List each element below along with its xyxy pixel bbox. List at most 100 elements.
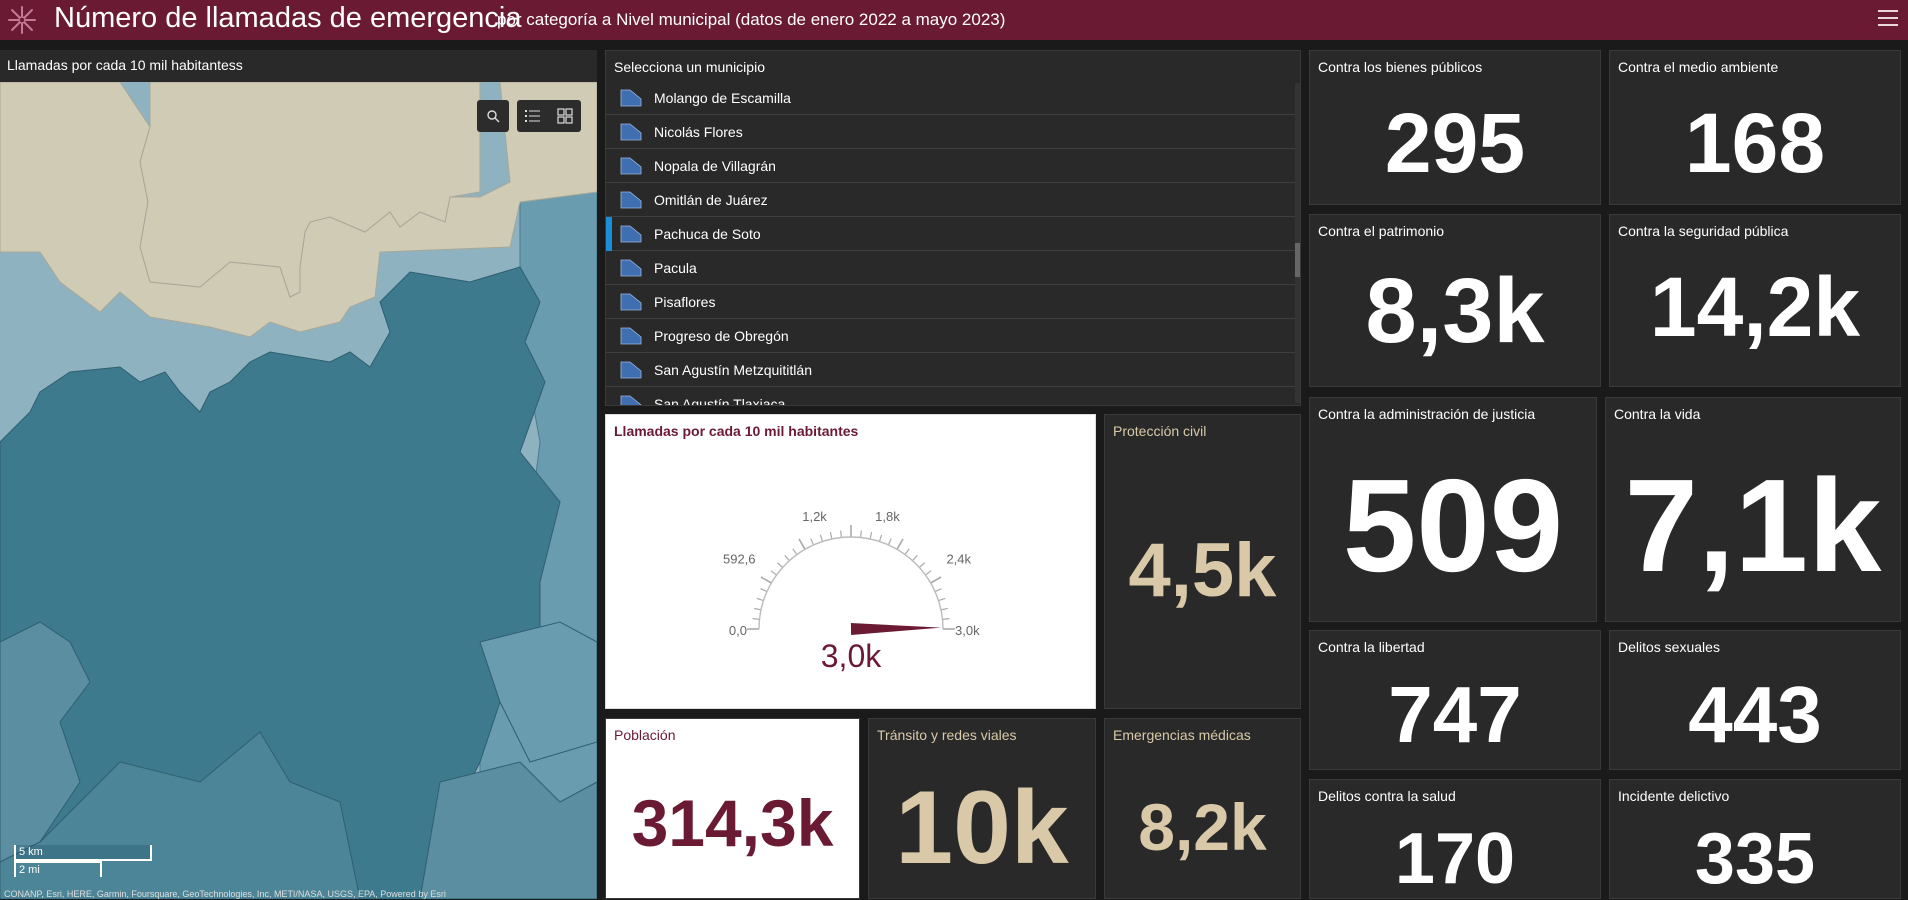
indicator-value: 314,3k (631, 786, 834, 860)
gauge-tick-label: 2,4k (946, 552, 971, 567)
indicator-value: 8,2k (1138, 790, 1267, 864)
indicator-title: Emergencias médicas (1113, 727, 1251, 743)
gauge-arc (758, 536, 944, 630)
list-item[interactable]: Pachuca de Soto (606, 217, 1296, 251)
gauge-value: 3,0k (821, 638, 882, 674)
list-item[interactable]: Pacula (606, 251, 1296, 285)
gauge-minor-tick (756, 597, 764, 602)
indicator-incidente: Incidente delictivo 335 (1609, 779, 1901, 899)
list-item[interactable]: San Agustín Tlaxiaca (606, 387, 1296, 405)
gauge-panel: Llamadas por cada 10 mil habitantes 0,0 5… (605, 414, 1096, 709)
legend-icon[interactable] (517, 100, 549, 132)
indicator-poblacion: Población 314,3k (605, 718, 860, 899)
list-item-label: San Agustín Tlaxiaca (654, 395, 786, 406)
basemap-icon[interactable] (549, 100, 581, 132)
list-title: Selecciona un municipio (614, 59, 765, 75)
indicator-title: Delitos contra la salud (1318, 788, 1456, 804)
gauge-major-tick (798, 538, 806, 550)
gauge-minor-tick (752, 618, 760, 620)
gauge-chart: 0,0 592,6 1,2k 1,8k 2,4k 3,0k 3,0k (723, 509, 980, 674)
list-scrollbar[interactable] (1295, 83, 1300, 403)
indicator-value: 7,1k (1624, 452, 1882, 599)
indicator-emergencias-medicas: Emergencias médicas 8,2k (1104, 718, 1301, 899)
indicator-value: 10k (895, 770, 1069, 886)
indicator-value: 335 (1694, 819, 1816, 899)
app-header: Número de llamadas de emergencia por cat… (0, 0, 1908, 40)
indicator-title: Contra los bienes públicos (1318, 59, 1483, 75)
dashboard-title: Número de llamadas de emergencia (54, 2, 522, 34)
dashboard-subtitle: por categoría a Nivel municipal (datos d… (497, 10, 1006, 29)
hamburger-menu-icon[interactable] (1878, 10, 1898, 28)
scale-bar: 5 km 2 mi (14, 845, 152, 877)
indicator-proteccion-civil: Protección civil 4,5k (1104, 414, 1301, 709)
indicator-title: Contra la administración de justicia (1318, 406, 1536, 422)
indicator-value: 4,5k (1128, 528, 1277, 613)
indicator-value: 168 (1684, 96, 1826, 190)
gauge-title: Llamadas por cada 10 mil habitantes (614, 423, 859, 439)
indicator-title: Contra la vida (1614, 406, 1701, 422)
polygon-symbol-icon (620, 123, 642, 140)
gauge-needle (850, 623, 941, 635)
indicator-title: Incidente delictivo (1618, 788, 1730, 804)
list-item-label: Molango de Escamilla (654, 89, 791, 106)
map-tools-group (517, 100, 581, 132)
polygon-symbol-icon (620, 157, 642, 174)
indicator-salud: Delitos contra la salud 170 (1309, 779, 1601, 899)
gauge-minor-tick (904, 548, 910, 555)
polygon-symbol-icon (620, 191, 642, 208)
indicator-value: 170 (1394, 819, 1516, 899)
list-item[interactable]: Progreso de Obregón (606, 319, 1296, 353)
indicator-medio-ambiente: Contra el medio ambiente 168 (1609, 50, 1901, 205)
choropleth-map[interactable] (0, 82, 597, 899)
search-icon[interactable] (477, 100, 509, 132)
indicator-seguridad-publica: Contra la seguridad pública 14,2k (1609, 214, 1901, 387)
gauge-minor-tick (784, 555, 790, 562)
gauge-minor-tick (777, 562, 784, 568)
indicator-bienes-publicos: Contra los bienes públicos 295 (1309, 50, 1601, 205)
list-item[interactable]: Omitlán de Juárez (606, 183, 1296, 217)
indicator-value: 443 (1688, 670, 1822, 759)
scale-mi-label: 2 mi (14, 861, 102, 877)
map-canvas[interactable]: 5 km 2 mi (0, 82, 597, 899)
indicator-title: Contra el medio ambiente (1618, 59, 1779, 75)
gauge-minor-tick (829, 532, 833, 540)
polygon-symbol-icon (620, 361, 642, 378)
gauge-minor-tick (938, 597, 946, 602)
indicator-admin-justicia: Contra la administración de justicia 509 (1309, 397, 1597, 622)
indicator-title: Contra la libertad (1318, 639, 1425, 655)
list-item[interactable]: San Agustín Metzquititlán (606, 353, 1296, 387)
list-item-label: Nicolás Flores (654, 123, 743, 140)
polygon-symbol-icon (620, 293, 642, 310)
list-item-label: Pisaflores (654, 293, 716, 310)
gauge-major-tick (930, 576, 942, 584)
indicator-value: 295 (1384, 96, 1526, 190)
gauge-major-tick (760, 576, 772, 584)
list-item[interactable]: Nicolás Flores (606, 115, 1296, 149)
gauge-minor-tick (942, 618, 950, 620)
gauge-minor-tick (940, 607, 948, 611)
list-item[interactable]: Molango de Escamilla (606, 81, 1296, 115)
gauge-minor-tick (840, 530, 842, 538)
list-item-label: Omitlán de Juárez (654, 191, 768, 208)
indicator-value: 509 (1342, 452, 1564, 599)
list-item[interactable]: Nopala de Villagrán (606, 149, 1296, 183)
gauge-minor-tick (770, 570, 777, 576)
municipio-list-panel: Selecciona un municipio Molango de Escam… (605, 50, 1301, 406)
map-attribution: CONANP, Esri, HERE, Garmin, Foursquare, … (4, 889, 446, 899)
gauge-tick-label: 592,6 (723, 552, 756, 567)
indicator-sexuales: Delitos sexuales 443 (1609, 630, 1901, 770)
indicator-title: Contra el patrimonio (1318, 223, 1445, 239)
gauge-tick-label: 1,8k (875, 509, 900, 524)
gauge-minor-tick (860, 530, 862, 538)
indicator-value: 8,3k (1365, 260, 1545, 362)
gauge-minor-tick (925, 570, 932, 576)
indicator-patrimonio: Contra el patrimonio 8,3k (1309, 214, 1601, 387)
gauge-tick-label: 0,0 (729, 623, 747, 638)
flower-logo-icon (8, 6, 36, 34)
gauge-minor-tick (819, 534, 824, 542)
gauge-minor-tick (918, 562, 925, 568)
list-item[interactable]: Pisaflores (606, 285, 1296, 319)
polygon-symbol-icon (620, 395, 642, 405)
scale-km-label: 5 km (14, 845, 152, 861)
list-item-label: San Agustín Metzquititlán (654, 361, 812, 378)
